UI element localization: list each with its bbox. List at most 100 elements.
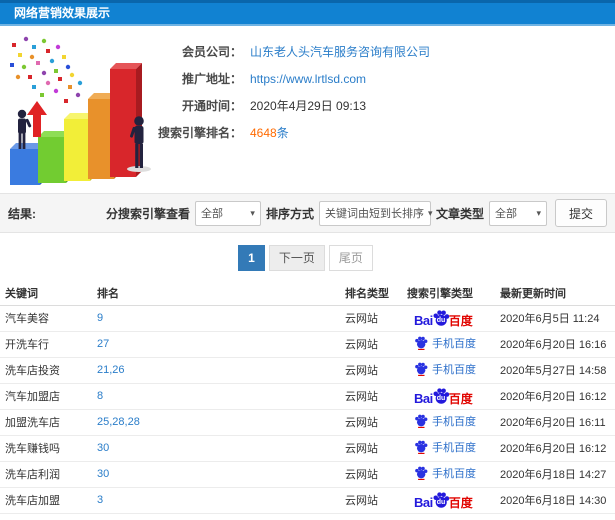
header-rank: 排名 bbox=[92, 281, 340, 306]
promo-url-link[interactable]: https://www.lrtlsd.com bbox=[250, 72, 366, 86]
rank-type-cell: 云网站 bbox=[340, 357, 402, 384]
engine-filter-select[interactable]: 全部 ▾ bbox=[194, 200, 261, 226]
updated-cell: 2020年6月20日 16:11 bbox=[495, 409, 615, 436]
table-row: 洗车店投资 21,26 云网站 手机百度 2020年5月27日 14:58 bbox=[0, 357, 615, 384]
engine-cell: Bai du 百度 bbox=[402, 487, 495, 514]
rank-cell: 3 bbox=[92, 487, 340, 514]
table-row: 开洗车行 27 云网站 手机百度 2020年6月20日 16:16 bbox=[0, 331, 615, 358]
baidu-logo-bai: Bai bbox=[414, 390, 433, 406]
keyword-cell: 汽车美容 bbox=[0, 305, 92, 332]
rank-cell: 30 bbox=[92, 435, 340, 462]
mobile-baidu-label: 手机百度 bbox=[432, 338, 476, 350]
rank-cell: 21,26 bbox=[92, 357, 340, 384]
updated-cell: 2020年6月20日 16:12 bbox=[495, 383, 615, 410]
engine-filter-label: 分搜索引擎查看 bbox=[105, 206, 190, 221]
baidu-logo-du: du bbox=[436, 394, 446, 402]
chevron-down-icon: ▾ bbox=[250, 207, 255, 218]
engine-cell: 手机百度 bbox=[402, 435, 495, 462]
mobile-baidu-paw-icon bbox=[415, 466, 428, 480]
mobile-baidu-label: 手机百度 bbox=[432, 416, 476, 428]
mobile-baidu-paw-icon bbox=[415, 362, 428, 376]
open-time-value: 2020年4月29日 09:13 bbox=[250, 99, 367, 113]
mobile-baidu-badge: 手机百度 bbox=[414, 465, 476, 481]
keyword-cell: 开洗车行 bbox=[0, 331, 92, 358]
baidu-paw-icon: du bbox=[432, 309, 450, 327]
sort-label: 排序方式 bbox=[265, 206, 314, 221]
engine-cell: 手机百度 bbox=[402, 461, 495, 488]
rank-count-label: 搜索引擎排名： bbox=[157, 126, 242, 140]
table-row: 洗车店利润 30 云网站 手机百度 2020年6月18日 14:27 bbox=[0, 461, 615, 488]
sort-select[interactable]: 关键词由短到长排序 ▾ bbox=[318, 200, 433, 226]
updated-cell: 2020年6月20日 16:12 bbox=[495, 435, 615, 462]
mobile-baidu-label: 手机百度 bbox=[432, 468, 476, 480]
header-engine-type: 搜索引擎类型 bbox=[402, 281, 495, 306]
table-row: 加盟洗车店 25,28,28 云网站 手机百度 2020年6月20日 16:11 bbox=[0, 409, 615, 436]
open-time-label: 开通时间： bbox=[181, 99, 242, 113]
rank-type-cell: 云网站 bbox=[340, 383, 402, 410]
header-rank-type: 排名类型 bbox=[340, 281, 402, 306]
company-link[interactable]: 山东老人头汽车服务咨询有限公司 bbox=[250, 43, 430, 60]
mobile-baidu-paw-icon bbox=[415, 440, 428, 454]
engine-cell: 手机百度 bbox=[402, 357, 495, 384]
rank-cell: 25,28,28 bbox=[92, 409, 340, 436]
keyword-cell: 洗车店加盟 bbox=[0, 487, 92, 514]
rank-type-cell: 云网站 bbox=[340, 487, 402, 514]
baidu-logo-du: du bbox=[436, 498, 446, 506]
mobile-baidu-badge: 手机百度 bbox=[414, 439, 476, 455]
page-next[interactable]: 下一页 bbox=[268, 245, 325, 271]
baidu-logo-bai: Bai bbox=[414, 312, 433, 328]
page-current[interactable]: 1 bbox=[238, 245, 265, 271]
keyword-cell: 汽车加盟店 bbox=[0, 383, 92, 410]
rank-cell: 30 bbox=[92, 461, 340, 488]
updated-cell: 2020年6月18日 14:30 bbox=[495, 487, 615, 514]
mobile-baidu-label: 手机百度 bbox=[432, 442, 476, 454]
updated-cell: 2020年5月27日 14:58 bbox=[495, 357, 615, 384]
page-title: 网络营销效果展示 bbox=[0, 0, 615, 26]
table-row: 洗车赚钱吗 30 云网站 手机百度 2020年6月20日 16:12 bbox=[0, 435, 615, 462]
chevron-down-icon: ▾ bbox=[536, 207, 541, 218]
baidu-logo-du: du bbox=[436, 316, 446, 324]
rank-type-cell: 云网站 bbox=[340, 409, 402, 436]
baidu-logo-bai: Bai bbox=[414, 494, 433, 510]
rank-cell: 9 bbox=[92, 305, 340, 332]
promo-url-label: 推广地址： bbox=[181, 72, 242, 86]
mobile-baidu-label: 手机百度 bbox=[432, 364, 476, 376]
rank-type-cell: 云网站 bbox=[340, 435, 402, 462]
results-table: 关键词 排名 排名类型 搜索引擎类型 最新更新时间 汽车美容 9 云网站 Bai d… bbox=[0, 281, 615, 514]
table-row: 洗车店加盟 3 云网站 Bai du 百度 2020年6月18日 14:30 bbox=[0, 487, 615, 514]
engine-cell: 手机百度 bbox=[402, 331, 495, 358]
article-type-value: 全部 bbox=[494, 208, 517, 220]
rank-type-cell: 云网站 bbox=[340, 305, 402, 332]
article-type-select[interactable]: 全部 ▾ bbox=[488, 200, 547, 226]
company-label: 会员公司： bbox=[181, 45, 242, 59]
mobile-baidu-paw-icon bbox=[415, 414, 428, 428]
submit-button[interactable]: 提交 bbox=[554, 199, 607, 227]
updated-cell: 2020年6月20日 16:16 bbox=[495, 331, 615, 358]
mobile-baidu-paw-icon bbox=[415, 336, 428, 350]
page-last[interactable]: 尾页 bbox=[328, 245, 373, 271]
account-info-section: 会员公司： 山东老人头汽车服务咨询有限公司 推广地址： https://www.… bbox=[0, 26, 615, 193]
engine-cell: Bai du 百度 bbox=[402, 305, 495, 332]
header-updated: 最新更新时间 bbox=[495, 281, 615, 306]
baidu-paw-icon: du bbox=[432, 387, 450, 405]
baidu-logo: Bai du 百度 bbox=[414, 491, 473, 509]
updated-cell: 2020年6月5日 11:24 bbox=[495, 305, 615, 332]
info-row-url: 推广地址： https://www.lrtlsd.com bbox=[0, 65, 615, 92]
mobile-baidu-badge: 手机百度 bbox=[414, 413, 476, 429]
chevron-down-icon: ▾ bbox=[427, 207, 433, 218]
rank-count-value: 4648条 bbox=[250, 124, 289, 141]
mobile-baidu-badge: 手机百度 bbox=[414, 335, 476, 351]
table-row: 汽车加盟店 8 云网站 Bai du 百度 2020年6月20日 16:12 bbox=[0, 383, 615, 410]
baidu-paw-icon: du bbox=[432, 491, 450, 509]
engine-filter-value: 全部 bbox=[200, 208, 223, 220]
keyword-cell: 洗车店利润 bbox=[0, 461, 92, 488]
rank-count-number: 4648 bbox=[250, 126, 277, 140]
keyword-cell: 洗车店投资 bbox=[0, 357, 92, 384]
keyword-cell: 加盟洗车店 bbox=[0, 409, 92, 436]
keyword-cell: 洗车赚钱吗 bbox=[0, 435, 92, 462]
baidu-logo: Bai du 百度 bbox=[414, 387, 473, 405]
engine-cell: Bai du 百度 bbox=[402, 383, 495, 410]
updated-cell: 2020年6月18日 14:27 bbox=[495, 461, 615, 488]
sort-value: 关键词由短到长排序 bbox=[324, 208, 424, 220]
results-label: 结果: bbox=[8, 206, 36, 221]
